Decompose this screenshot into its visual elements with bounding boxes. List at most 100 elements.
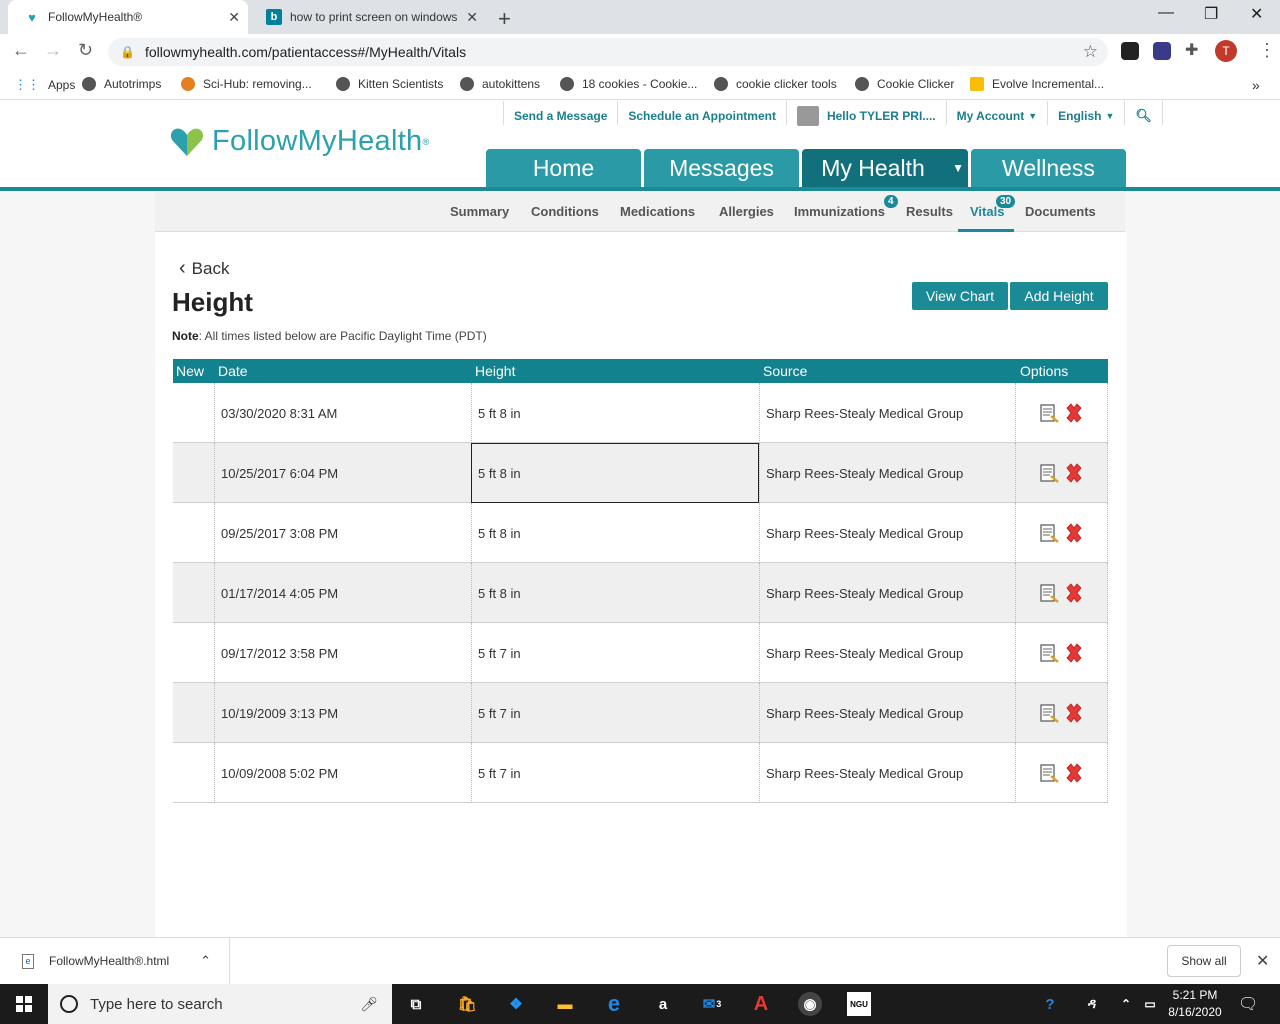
subnav-immunizations[interactable]: Immunizations [794,204,885,219]
tab-bing-search[interactable]: b how to print screen on windows ✕ [250,0,486,34]
edit-icon[interactable] [1039,643,1060,663]
delete-icon[interactable] [1064,523,1084,543]
table-row[interactable]: 10/19/2009 3:13 PM 5 ft 7 in Sharp Rees-St… [173,683,1108,743]
nav-home[interactable]: Home [486,149,641,187]
people-icon[interactable]: ዳ [1080,992,1104,1016]
add-height-button[interactable]: Add Height [1010,282,1108,310]
mail-icon[interactable]: ✉ 3 [700,992,724,1016]
delete-icon[interactable] [1064,583,1084,603]
bookmark-star-icon[interactable]: ☆ [1083,42,1098,62]
caret-down-icon[interactable]: ▼ [952,161,964,175]
column-header-date[interactable]: Date [218,363,248,379]
edit-icon[interactable] [1039,523,1060,543]
language-dropdown[interactable]: English ▼ [1047,101,1124,125]
more-bookmarks-icon[interactable]: » [1252,77,1260,93]
subnav-medications[interactable]: Medications [620,204,695,219]
subnav-documents[interactable]: Documents [1025,204,1096,219]
extension-icon[interactable] [1153,42,1171,60]
bookmark-item[interactable]: Autotrimps [82,77,161,91]
menu-icon[interactable]: ⋮ [1258,40,1276,61]
network-icon[interactable]: ▭ [1138,992,1162,1016]
show-all-button[interactable]: Show all [1167,945,1241,977]
microphone-icon[interactable]: 🎤︎ [360,996,378,1013]
column-header-new[interactable]: New [176,363,204,379]
nav-wellness[interactable]: Wellness [971,149,1126,187]
bookmark-item[interactable]: cookie clicker tools [714,77,837,91]
store-icon[interactable]: 🛍︎ [455,992,479,1016]
ngu-app-icon[interactable]: NGU [847,992,871,1016]
column-header-source[interactable]: Source [763,363,807,379]
puzzle-icon[interactable]: ✚ [1185,40,1203,59]
help-icon[interactable]: ? [1038,992,1062,1016]
extension-icon[interactable] [1121,42,1139,60]
forward-arrow-icon[interactable]: → [44,40,62,61]
delete-icon[interactable] [1064,703,1084,723]
subnav-conditions[interactable]: Conditions [531,204,599,219]
delete-icon[interactable] [1064,403,1084,423]
subnav-results[interactable]: Results [906,204,953,219]
back-arrow-icon[interactable]: ← [12,40,30,61]
file-explorer-icon[interactable]: ▬ [553,992,577,1016]
followmyhealth-logo[interactable]: FollowMyHealth ® [170,125,429,158]
delete-icon[interactable] [1064,463,1084,483]
edit-icon[interactable] [1039,763,1060,783]
lock-icon: 🔒 [120,45,135,59]
send-message-link[interactable]: Send a Message [503,101,617,125]
bookmark-item[interactable]: Evolve Incremental... [970,77,1104,91]
table-row[interactable]: 09/17/2012 3:58 PM 5 ft 7 in Sharp Rees-St… [173,623,1108,683]
search-button[interactable]: 🔍︎ [1124,101,1163,125]
restore-icon[interactable]: ❐ [1204,4,1218,24]
tab-followmyhealth[interactable]: ♥ FollowMyHealth® ✕ [8,0,248,34]
close-window-icon[interactable]: ✕ [1250,4,1263,24]
edge-icon[interactable]: e [602,991,626,1016]
subnav-summary[interactable]: Summary [450,204,509,219]
chevron-up-icon[interactable]: ⌃ [200,953,211,969]
delete-icon[interactable] [1064,643,1084,663]
profile-avatar[interactable]: T [1215,40,1237,62]
bookmark-item[interactable]: Cookie Clicker [855,77,954,91]
close-downloads-icon[interactable]: ✕ [1256,951,1269,971]
notifications-icon[interactable]: 🗨︎ [1238,994,1258,1014]
nav-my-health[interactable]: My Health ▼ [802,149,968,187]
edit-icon[interactable] [1039,703,1060,723]
close-tab-icon[interactable]: ✕ [466,9,478,26]
table-row[interactable]: 10/09/2008 5:02 PM 5 ft 7 in Sharp Rees-St… [173,743,1108,803]
reload-icon[interactable]: ↻ [78,40,93,61]
user-greeting[interactable]: Hello TYLER PRI.... [785,101,946,126]
edit-icon[interactable] [1039,583,1060,603]
address-bar[interactable]: 🔒 followmyhealth.com/patientaccess#/MyHe… [108,38,1108,66]
bookmark-item[interactable]: Sci-Hub: removing... [181,77,312,91]
download-item[interactable]: e FollowMyHealth®.html ⌃ [0,938,230,984]
bookmark-item[interactable]: 18 cookies - Cookie... [560,77,697,91]
column-header-height[interactable]: Height [475,363,515,379]
minimize-icon[interactable]: — [1158,4,1174,22]
back-link[interactable]: ‹ Back [179,257,229,280]
system-clock[interactable]: 5:21 PM 8/16/2020 [1162,987,1228,1021]
height-table: New Date Height Source Options 03/30/202… [173,359,1108,803]
bookmark-item[interactable]: Kitten Scientists [336,77,443,91]
my-account-dropdown[interactable]: My Account ▼ [945,101,1047,125]
edit-icon[interactable] [1039,463,1060,483]
acrobat-icon[interactable]: A [749,992,773,1016]
start-button[interactable] [0,984,48,1024]
taskbar-search[interactable]: Type here to search 🎤︎ [48,984,392,1024]
delete-icon[interactable] [1064,763,1084,783]
chevron-up-icon[interactable]: ⌃ [1114,992,1138,1016]
edit-icon[interactable] [1039,403,1060,423]
bookmark-apps[interactable]: ⋮⋮ Apps [14,77,75,93]
table-row[interactable]: 03/30/2020 8:31 AM 5 ft 8 in Sharp Rees-St… [173,383,1108,443]
chrome-icon[interactable]: ◉ [798,992,822,1016]
nav-messages[interactable]: Messages [644,149,799,187]
bookmark-item[interactable]: autokittens [460,77,540,91]
schedule-appointment-link[interactable]: Schedule an Appointment [617,101,786,125]
view-chart-button[interactable]: View Chart [912,282,1008,310]
table-row[interactable]: 10/25/2017 6:04 PM 5 ft 8 in Sharp Rees-St… [173,443,1108,503]
amazon-icon[interactable]: a [651,992,675,1016]
task-view-icon[interactable]: ⧉ [404,992,428,1016]
table-row[interactable]: 09/25/2017 3:08 PM 5 ft 8 in Sharp Rees-St… [173,503,1108,563]
new-tab-button[interactable]: + [498,6,511,32]
subnav-allergies[interactable]: Allergies [719,204,774,219]
dropbox-icon[interactable]: ❖ [504,992,528,1016]
close-tab-icon[interactable]: ✕ [228,9,240,26]
table-row[interactable]: 01/17/2014 4:05 PM 5 ft 8 in Sharp Rees-St… [173,563,1108,623]
